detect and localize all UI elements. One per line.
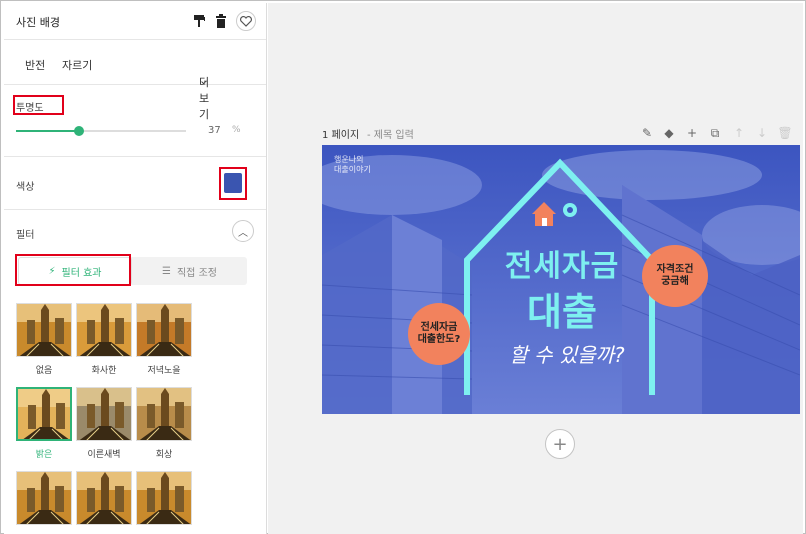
- color-label: 색상: [16, 182, 35, 193]
- filter-section: 필터 ︿ ⚡ 필터 효과 ☰ 직접 조정 없음 화사한 저녁노을 밝은 이른새벽 회상: [4, 210, 266, 525]
- image-tools-bar: 반전 자르기 더보기 ⌄: [4, 40, 266, 121]
- page-toolbar: 1 페이지 - 제목 입력 ✎ ◆ + ⧉ ↑ ↓ 🗑: [322, 122, 800, 144]
- filter-preview-image: [76, 387, 132, 441]
- opacity-slider-fill: [16, 130, 79, 132]
- design-headline[interactable]: 전세자금: [482, 241, 642, 285]
- filter-preview-image: [16, 303, 72, 357]
- filter-thumbnail[interactable]: 저녁노을: [136, 303, 192, 376]
- filter-thumbnail[interactable]: 이른새벽: [76, 387, 132, 460]
- filter-thumbnail-label: 회상: [155, 450, 173, 460]
- add-page-icon[interactable]: +: [685, 126, 699, 140]
- logo-watermark: 행운나의 대출이야기: [334, 155, 371, 174]
- filter-thumbnail[interactable]: 화사한: [76, 303, 132, 376]
- paint-roller-icon[interactable]: [190, 12, 208, 30]
- move-up-icon[interactable]: ↑: [732, 126, 746, 140]
- bubble-right[interactable]: 자격조건 궁금해: [642, 245, 708, 307]
- filter-preview-image: [136, 303, 192, 357]
- filter-thumbnail[interactable]: [136, 471, 192, 531]
- opacity-value: 37: [208, 125, 221, 136]
- add-page-button[interactable]: +: [545, 429, 575, 459]
- design-subline[interactable]: 할 수 있을까?: [492, 339, 642, 368]
- panel-header: 사진 배경: [4, 3, 266, 40]
- photo-background-panel: 사진 배경 반전 자르기 더보기 ⌄ 투명도 37 % 색상 필터 ︿ ⚡ 필터…: [4, 3, 267, 534]
- filter-preview-image: [136, 387, 192, 441]
- design-page[interactable]: 행운나의 대출이야기 전세자금 대출 할 수 있을까? 전세자금 대출한도? 자…: [322, 145, 800, 414]
- filter-preview-image: [76, 471, 132, 525]
- filter-preview-image: [136, 471, 192, 525]
- delete-page-icon[interactable]: 🗑: [777, 126, 792, 140]
- heart-icon[interactable]: [236, 11, 256, 31]
- filter-thumbnail[interactable]: [16, 471, 72, 531]
- filter-preview-image: [76, 303, 132, 357]
- filter-thumbnail-label: 저녁노을: [147, 366, 181, 376]
- opacity-slider[interactable]: [16, 126, 186, 136]
- flip-button[interactable]: 반전: [25, 57, 45, 73]
- filter-thumbnail-label: 밝은: [35, 450, 53, 460]
- page-title-input[interactable]: - 제목 입력: [367, 126, 414, 141]
- filter-preview-image: [16, 471, 72, 525]
- design-headline-2[interactable]: 대출: [482, 281, 642, 336]
- crop-button[interactable]: 자르기: [62, 57, 92, 73]
- filter-thumbnail-label: 없음: [35, 366, 53, 376]
- filter-thumbnail-label: 화사한: [91, 366, 117, 376]
- move-down-icon[interactable]: ↓: [755, 126, 769, 140]
- filter-thumbnail[interactable]: 없음: [16, 303, 72, 376]
- opacity-section: 투명도 37 %: [4, 85, 266, 157]
- filter-effect-highlight-box: [15, 254, 131, 286]
- copy-page-icon[interactable]: ⧉: [708, 126, 722, 140]
- canvas-area: 1 페이지 - 제목 입력 ✎ ◆ + ⧉ ↑ ↓ 🗑 행운나의 대출이야기 전…: [268, 3, 803, 534]
- filter-label: 필터: [16, 230, 35, 241]
- sliders-icon: ☰: [162, 265, 171, 277]
- panel-title: 사진 배경: [16, 16, 60, 29]
- color-section: 색상: [4, 157, 266, 210]
- eyedropper-icon[interactable]: ✎: [640, 126, 654, 140]
- page-label: 1 페이지: [322, 130, 360, 141]
- opacity-highlight-box: [13, 95, 64, 115]
- opacity-slider-knob[interactable]: [73, 126, 84, 136]
- filter-thumbnail[interactable]: 회상: [136, 387, 192, 460]
- filter-thumbnail[interactable]: [76, 471, 132, 531]
- color-swatch[interactable]: [224, 173, 242, 193]
- opacity-unit: %: [232, 125, 241, 135]
- collapse-chevron-up-icon[interactable]: ︿: [232, 220, 254, 242]
- fill-bucket-icon[interactable]: ◆: [662, 126, 676, 140]
- manual-adjust-label: 직접 조정: [176, 267, 217, 279]
- filter-thumbnail-label: 이른새벽: [87, 450, 121, 460]
- filter-thumbnail[interactable]: 밝은: [16, 387, 72, 460]
- filter-preview-image: [16, 387, 72, 441]
- bubble-left[interactable]: 전세자금 대출한도?: [408, 303, 470, 365]
- trash-icon[interactable]: [212, 12, 230, 30]
- manual-adjust-tab[interactable]: ☰ 직접 조정: [132, 257, 247, 285]
